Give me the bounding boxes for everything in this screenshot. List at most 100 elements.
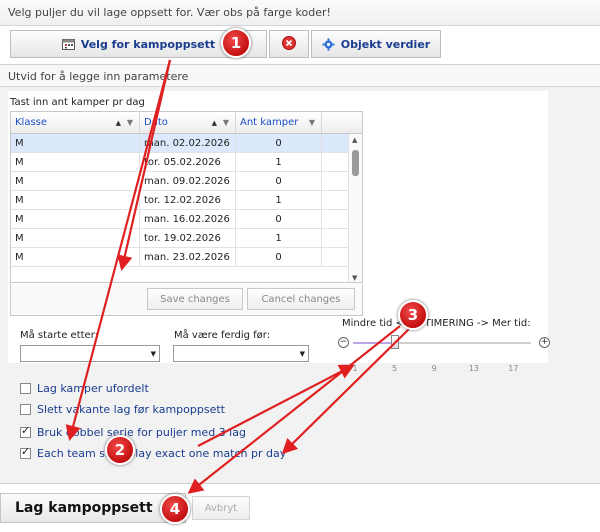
- create-schedule-label: Lag kampoppsett: [15, 500, 153, 516]
- class-cell: M: [11, 210, 140, 228]
- match-count-cell[interactable]: 0: [236, 210, 322, 228]
- column-header-match-count-label: Ant kamper: [240, 117, 299, 128]
- object-values-label: Objekt verdier: [340, 37, 431, 51]
- option-row[interactable]: Lag kamper ufordelt: [20, 381, 149, 395]
- create-schedule-button[interactable]: Lag kampoppsett: [0, 493, 186, 523]
- date-cell: tor. 19.02.2026: [140, 229, 236, 247]
- match-count-cell[interactable]: 0: [236, 248, 322, 266]
- option-row[interactable]: Slett vakante lag før kampoppsett: [20, 402, 225, 416]
- start-after-label: Må starte etter:: [20, 330, 99, 341]
- sort-asc-icon[interactable]: ▲: [212, 119, 217, 127]
- slider-tick-label: 1: [352, 364, 358, 373]
- date-cell: man. 02.02.2026: [140, 134, 236, 152]
- match-count-cell[interactable]: 1: [236, 229, 322, 247]
- table-row[interactable]: Mman. 16.02.2026 0: [11, 210, 362, 229]
- slider-ticks: 1 5 9 13 17: [0, 364, 600, 376]
- slider-tick-label: 9: [431, 364, 437, 373]
- delete-icon: [282, 35, 296, 53]
- start-after-select[interactable]: ▼: [20, 345, 160, 362]
- date-cell: man. 23.02.2026: [140, 248, 236, 266]
- cancel-changes-button[interactable]: Cancel changes: [247, 288, 355, 310]
- option-checkbox[interactable]: [20, 403, 31, 415]
- class-cell: M: [11, 191, 140, 209]
- annotation-badge-2: 2: [105, 435, 135, 465]
- match-count-cell[interactable]: 1: [236, 153, 322, 171]
- scroll-up-icon[interactable]: ▲: [352, 136, 357, 144]
- table-row[interactable]: Mtor. 19.02.2026 1: [11, 229, 362, 248]
- optimization-slider-track[interactable]: [353, 342, 531, 344]
- column-header-class[interactable]: Klasse ▲ ▼: [11, 112, 140, 133]
- slider-tick-label: 17: [508, 364, 519, 373]
- slider-fill: [353, 342, 393, 344]
- class-cell: M: [11, 172, 140, 190]
- finish-before-label: Må være ferdig før:: [174, 330, 271, 341]
- instruction-text: Velg puljer du vil lage oppsett for. Vær…: [8, 6, 331, 19]
- date-cell: man. 16.02.2026: [140, 210, 236, 228]
- match-count-cell[interactable]: 1: [236, 191, 322, 209]
- optimization-label: Mindre tid <- OPTIMERING -> Mer tid:: [342, 318, 531, 329]
- chevron-down-icon: ▼: [299, 350, 305, 358]
- table-row[interactable]: Mman. 23.02.2026 0: [11, 248, 362, 267]
- parameters-panel: Utvid for å legge inn parametere Tast in…: [0, 64, 600, 484]
- sort-asc-icon[interactable]: ▲: [116, 119, 121, 127]
- instruction-bar: Velg puljer du vil lage oppsett for. Vær…: [0, 0, 600, 26]
- date-cell: tor. 12.02.2026: [140, 191, 236, 209]
- optimization-slider-thumb[interactable]: [390, 335, 399, 349]
- abort-button[interactable]: Avbryt: [192, 496, 250, 520]
- chevron-down-icon: ▼: [150, 350, 156, 358]
- scroll-thumb[interactable]: [352, 150, 359, 176]
- option-label[interactable]: Slett vakante lag før kampoppsett: [37, 403, 225, 416]
- panel-header-label: Utvid for å legge inn parametere: [8, 70, 189, 83]
- save-changes-button[interactable]: Save changes: [147, 288, 243, 310]
- column-header-match-count[interactable]: Ant kamper ▼: [236, 112, 322, 133]
- class-cell: M: [11, 248, 140, 266]
- grid-caption: Tast inn ant kamper pr dag: [10, 97, 145, 108]
- filter-icon[interactable]: ▼: [309, 118, 315, 127]
- match-count-cell[interactable]: 0: [236, 134, 322, 152]
- slider-increase-icon[interactable]: +: [539, 337, 550, 348]
- column-header-date-label: Dato: [144, 117, 168, 128]
- class-cell: M: [11, 134, 140, 152]
- option-label[interactable]: Bruk dobbel serie for puljer med 3 lag: [37, 426, 246, 439]
- annotation-badge-1: 1: [221, 28, 251, 58]
- calendar-icon: [61, 38, 75, 50]
- grid-footer: Save changes Cancel changes: [10, 284, 363, 316]
- date-cell: man. 09.02.2026: [140, 172, 236, 190]
- app-window: Velg puljer du vil lage oppsett for. Vær…: [0, 0, 600, 532]
- annotation-badge-4: 4: [160, 494, 190, 524]
- column-header-date[interactable]: Dato ▲ ▼: [140, 112, 236, 133]
- matches-per-day-grid: Klasse ▲ ▼ Dato ▲ ▼ Ant kamper ▼ Mman. 0…: [10, 111, 363, 283]
- annotation-badge-3: 3: [398, 300, 428, 330]
- panel-header[interactable]: Utvid for å legge inn parametere: [0, 65, 600, 87]
- column-header-class-label: Klasse: [15, 117, 48, 128]
- option-label[interactable]: Each team shall play exact one match pr …: [37, 447, 286, 460]
- option-row[interactable]: Bruk dobbel serie for puljer med 3 lag: [20, 424, 246, 439]
- date-cell: tor. 05.02.2026: [140, 153, 236, 171]
- class-cell: M: [11, 153, 140, 171]
- slider-tick-label: 13: [468, 364, 479, 373]
- delete-button[interactable]: [269, 30, 309, 58]
- grid-header: Klasse ▲ ▼ Dato ▲ ▼ Ant kamper ▼: [11, 112, 362, 134]
- option-label[interactable]: Lag kamper ufordelt: [37, 382, 149, 395]
- option-checkbox[interactable]: [20, 424, 31, 438]
- option-row[interactable]: Each team shall play exact one match pr …: [20, 445, 286, 460]
- object-values-button[interactable]: Objekt verdier: [311, 30, 441, 58]
- slider-decrease-icon[interactable]: −: [338, 337, 349, 348]
- scroll-down-icon[interactable]: ▼: [352, 274, 357, 282]
- finish-before-select[interactable]: ▼: [173, 345, 309, 362]
- filter-icon[interactable]: ▼: [223, 118, 229, 127]
- table-row[interactable]: Mman. 02.02.2026 0: [11, 134, 362, 153]
- table-row[interactable]: Mman. 09.02.2026 0: [11, 172, 362, 191]
- table-row[interactable]: Mtor. 12.02.2026 1: [11, 191, 362, 210]
- option-checkbox[interactable]: [20, 445, 31, 459]
- gear-icon: [322, 38, 335, 51]
- grid-body: Mman. 02.02.2026 0 Mtor. 05.02.2026 1 Mman. …: [11, 134, 362, 267]
- filter-icon[interactable]: ▼: [127, 118, 133, 127]
- class-cell: M: [11, 229, 140, 247]
- grid-scrollbar[interactable]: ▲ ▼: [348, 134, 362, 282]
- table-row[interactable]: Mtor. 05.02.2026 1: [11, 153, 362, 172]
- choose-for-schedule-label: Velg for kampoppsett: [80, 37, 216, 51]
- option-checkbox[interactable]: [20, 382, 31, 394]
- match-count-cell[interactable]: 0: [236, 172, 322, 190]
- slider-tick-label: 5: [392, 364, 398, 373]
